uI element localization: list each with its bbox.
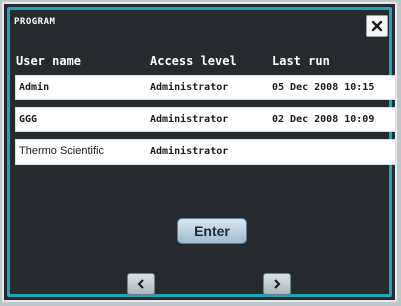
enter-button[interactable]: Enter (177, 218, 247, 244)
row-user-name: Admin (19, 82, 50, 93)
table-row[interactable]: GGG Administrator 02 Dec 2008 10:09 (15, 107, 396, 132)
close-button[interactable] (366, 15, 388, 37)
row-access-level: Administrator (150, 146, 229, 157)
row-last-run: 02 Dec 2008 10:09 (272, 114, 375, 125)
close-icon (371, 20, 383, 32)
previous-button[interactable] (127, 273, 155, 295)
row-access-level: Administrator (150, 114, 229, 125)
row-last-run: 05 Dec 2008 10:15 (272, 82, 375, 93)
program-window: PROGRAM User name Access level Last run … (2, 2, 397, 302)
table-row[interactable]: Thermo Scientific Administrator (15, 139, 396, 165)
row-user-name: Thermo Scientific (19, 145, 104, 157)
chevron-left-icon (137, 279, 144, 289)
header-user-name: User name (16, 54, 82, 68)
header-access-level: Access level (150, 54, 237, 68)
next-button[interactable] (263, 273, 291, 295)
window-title: PROGRAM (14, 17, 56, 27)
table-header: User name Access level Last run (4, 54, 395, 70)
chevron-right-icon (274, 279, 281, 289)
table-row[interactable]: Admin Administrator 05 Dec 2008 10:15 (15, 75, 396, 100)
row-user-name: GGG (19, 114, 38, 125)
row-access-level: Administrator (150, 82, 229, 93)
header-last-run: Last run (272, 54, 330, 68)
